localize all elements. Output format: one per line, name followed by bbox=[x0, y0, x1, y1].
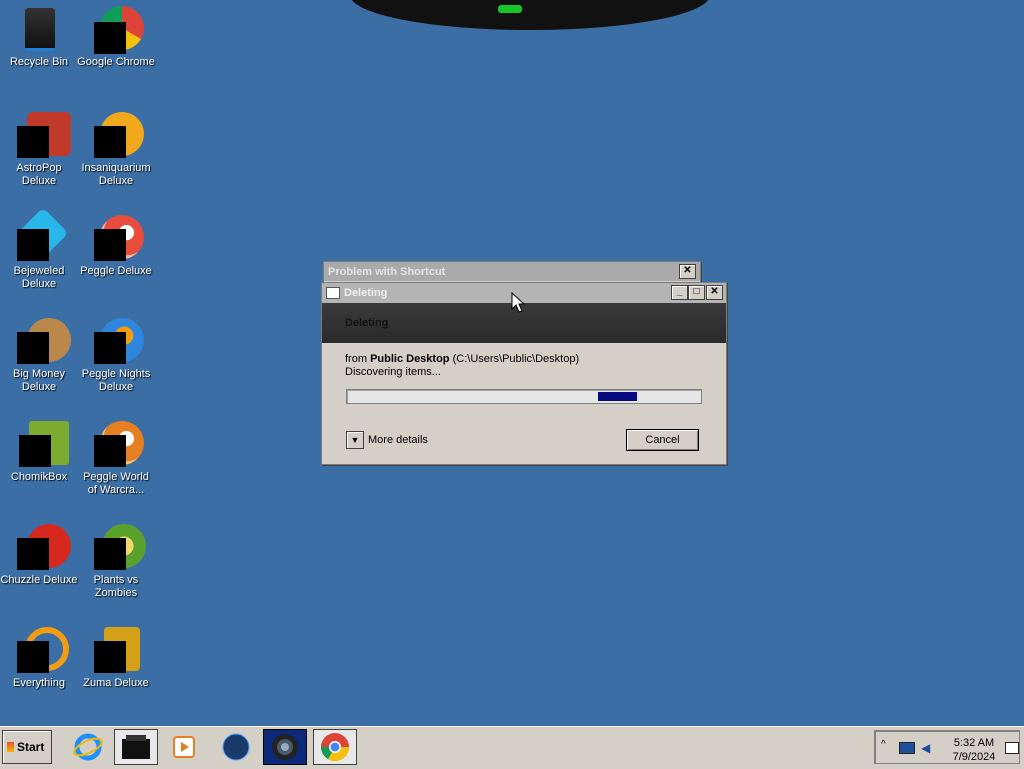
deleting-dialog-title: Deleting bbox=[344, 287, 388, 299]
volume-icon[interactable]: ◀ bbox=[921, 741, 930, 755]
desktop-icon-google-chrome[interactable]: Google Chrome bbox=[77, 6, 155, 69]
taskbar-folder-box[interactable] bbox=[114, 729, 158, 765]
shortcut-titlebar[interactable]: Problem with Shortcut ✕ bbox=[324, 262, 700, 281]
desktop-icon-peggle-wow[interactable]: Peggle World of Warcra... bbox=[77, 421, 155, 497]
header-title: Deleting bbox=[345, 317, 389, 329]
minimize-button[interactable]: _ bbox=[671, 285, 688, 300]
desktop-icon-zuma[interactable]: Zuma Deluxe bbox=[77, 627, 155, 690]
clock-time: 5:32 AM bbox=[953, 737, 995, 749]
close-icon: ✕ bbox=[683, 265, 692, 276]
desktop-icon-chuzzle[interactable]: Chuzzle Deluxe bbox=[0, 524, 78, 587]
taskbar: Start ^ ◀ 5:32 AM 7/9/2024 bbox=[0, 726, 1024, 769]
start-button[interactable]: Start bbox=[2, 730, 52, 764]
mouse-cursor-icon bbox=[511, 292, 525, 313]
taskbar-chrome[interactable] bbox=[313, 729, 357, 765]
zuma-icon bbox=[94, 627, 140, 673]
insaniquarium-icon bbox=[94, 112, 144, 158]
plants-vs-zombies-icon bbox=[94, 524, 146, 570]
show-hidden-icons-icon[interactable]: ^ bbox=[881, 739, 886, 750]
media-player-icon bbox=[173, 736, 195, 758]
close-icon: ✕ bbox=[710, 286, 719, 297]
globe-icon bbox=[222, 733, 250, 761]
more-details-label: More details bbox=[368, 434, 428, 446]
desktop-icon-insaniquarium[interactable]: Insaniquarium Deluxe bbox=[77, 112, 155, 188]
desktop-icon-everything[interactable]: Everything bbox=[0, 627, 78, 690]
close-button[interactable]: ✕ bbox=[706, 285, 723, 300]
desktop-icon-peggle[interactable]: Peggle Deluxe bbox=[77, 215, 155, 278]
maximize-icon: □ bbox=[693, 286, 700, 297]
window-icon bbox=[326, 287, 340, 299]
internet-explorer-icon bbox=[73, 733, 103, 761]
shortcut-close-button[interactable]: ✕ bbox=[679, 264, 696, 279]
progress-fill bbox=[598, 392, 637, 401]
dialog-body: from Public Desktop (C:\Users\Public\Des… bbox=[322, 343, 726, 379]
minimize-icon: _ bbox=[676, 286, 683, 297]
top-decoration bbox=[350, 0, 710, 30]
clock[interactable]: 5:32 AM 7/9/2024 bbox=[947, 736, 1001, 764]
folder-box-icon bbox=[122, 735, 150, 759]
source-line: from Public Desktop (C:\Users\Public\Des… bbox=[345, 353, 703, 366]
astropop-icon bbox=[17, 112, 71, 158]
taskbar-media-player[interactable] bbox=[162, 729, 206, 765]
everything-icon bbox=[17, 627, 69, 673]
maximize-button[interactable]: □ bbox=[688, 285, 705, 300]
from-prefix: from bbox=[345, 353, 367, 365]
desktop-icon-peggle-nights[interactable]: Peggle Nights Deluxe bbox=[77, 318, 155, 394]
bejeweled-icon bbox=[17, 207, 69, 261]
chuzzle-icon bbox=[17, 524, 71, 570]
desktop-icon-plants-vs-zombies[interactable]: Plants vs Zombies bbox=[77, 524, 155, 600]
peggle-nights-icon bbox=[94, 318, 144, 364]
recycle-bin-icon bbox=[17, 6, 61, 51]
clock-date: 7/9/2024 bbox=[952, 751, 996, 763]
camera-app-icon bbox=[272, 734, 298, 760]
peggle-wow-icon bbox=[94, 421, 144, 467]
status-text: Discovering items... bbox=[345, 366, 441, 378]
chrome-icon bbox=[94, 6, 144, 54]
system-tray: ^ ◀ 5:32 AM 7/9/2024 bbox=[874, 730, 1020, 764]
notification-icon[interactable] bbox=[1005, 742, 1019, 754]
more-details-toggle[interactable]: ▼ More details bbox=[346, 431, 428, 449]
taskbar-internet-explorer[interactable] bbox=[66, 729, 110, 765]
shortcut-dialog-title: Problem with Shortcut bbox=[328, 265, 446, 278]
windows-logo-icon bbox=[7, 742, 14, 752]
desktop-icon-big-money[interactable]: Big Money Deluxe bbox=[0, 318, 78, 394]
source-name: Public Desktop bbox=[370, 353, 450, 365]
desktop-icon-recycle-bin[interactable]: Recycle Bin bbox=[0, 6, 78, 69]
peggle-icon bbox=[94, 215, 144, 261]
big-money-icon bbox=[17, 318, 71, 364]
progress-bar bbox=[346, 389, 702, 404]
desktop-icon-chomikbox[interactable]: ChomikBox bbox=[0, 421, 78, 484]
chevron-down-icon[interactable]: ▼ bbox=[346, 431, 364, 449]
desktop-icon-astropop[interactable]: AstroPop Deluxe bbox=[0, 112, 78, 188]
network-icon[interactable] bbox=[899, 742, 915, 754]
taskbar-camera-app[interactable] bbox=[263, 729, 307, 765]
source-path: (C:\Users\Public\Desktop) bbox=[452, 353, 580, 365]
chrome-icon bbox=[321, 733, 349, 761]
desktop-icon-bejeweled[interactable]: Bejeweled Deluxe bbox=[0, 207, 78, 291]
status-led-icon bbox=[498, 5, 522, 13]
taskbar-globe[interactable] bbox=[214, 729, 258, 765]
cancel-button[interactable]: Cancel bbox=[626, 429, 699, 451]
start-label: Start bbox=[17, 740, 45, 754]
chomikbox-icon bbox=[17, 421, 69, 467]
